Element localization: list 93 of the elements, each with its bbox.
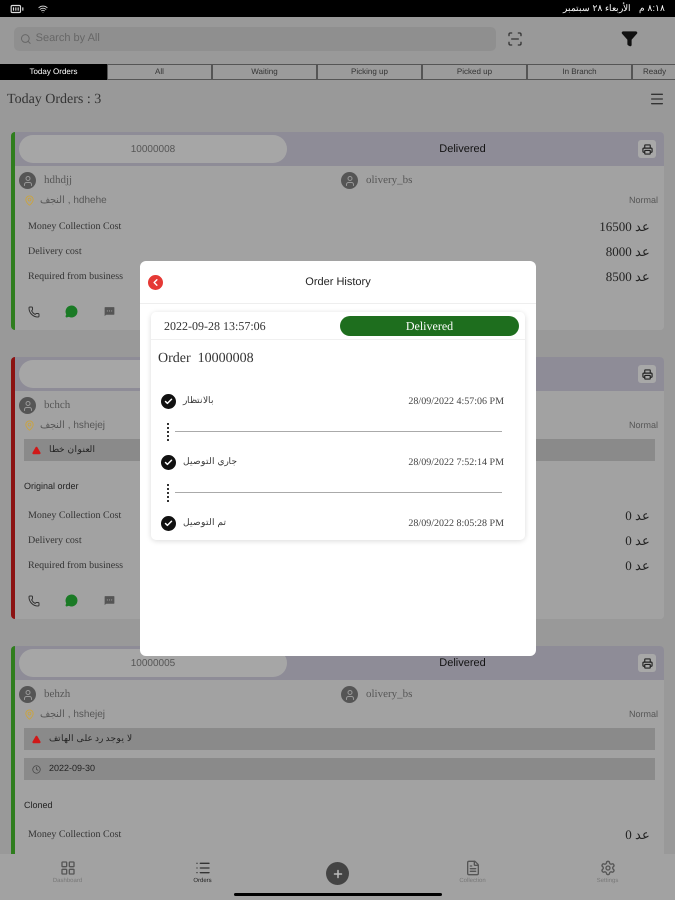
- cost-value: 0 عد: [625, 826, 650, 844]
- check-icon: [161, 516, 176, 530]
- address: النجف , hdhehe: [40, 194, 107, 208]
- date-text: 2022-09-30: [49, 762, 96, 776]
- back-button[interactable]: [148, 274, 163, 290]
- print-button[interactable]: [638, 140, 656, 158]
- history-time: 28/09/2022 4:57:06 PM: [408, 394, 504, 408]
- customer-name: hdhdjj: [44, 173, 72, 188]
- cost-label: Required from business: [28, 270, 123, 284]
- cost-label: Delivery cost: [28, 534, 82, 548]
- tab[interactable]: Ready: [632, 64, 675, 80]
- status-date: الأربعاء ٢٨ سبتمبر: [562, 2, 631, 16]
- plus-icon: [332, 868, 344, 880]
- file-icon: [464, 860, 480, 876]
- address: النجف , hshejej: [40, 419, 106, 433]
- status-pill: Delivered: [340, 316, 519, 336]
- history-time: 28/09/2022 7:52:14 PM: [408, 456, 504, 470]
- printer-icon: [642, 658, 652, 668]
- history-status: بالانتظار: [183, 394, 214, 408]
- avatar-icon: [19, 686, 36, 703]
- dialog-title: Order History: [305, 274, 371, 290]
- history-status: جاري التوصيل: [183, 455, 238, 468]
- tab[interactable]: Picking up: [317, 64, 422, 80]
- clock-icon: [32, 764, 41, 774]
- print-button[interactable]: [638, 654, 656, 672]
- tab[interactable]: In Branch: [527, 64, 632, 80]
- message-icon[interactable]: [103, 594, 116, 607]
- tab[interactable]: All: [107, 64, 212, 80]
- history-time: 28/09/2022 8:05:28 PM: [408, 516, 504, 530]
- cost-label: Money Collection Cost: [28, 509, 122, 523]
- priority: Normal: [628, 708, 658, 721]
- history-date: 2022-09-28 13:57:06: [164, 318, 266, 334]
- warning-text: العنوان خطا: [49, 443, 96, 456]
- location-pin-icon: [24, 195, 35, 206]
- order-id-pill[interactable]: 10000008: [19, 135, 287, 163]
- cost-value: 16500 عد: [599, 218, 650, 236]
- cost-label: Money Collection Cost: [28, 220, 122, 234]
- avatar-icon: [19, 172, 36, 189]
- priority: Normal: [628, 194, 658, 207]
- cost-value: 0 عد: [625, 556, 650, 575]
- driver-name: olivery_bs: [366, 173, 412, 188]
- phone-icon[interactable]: [28, 594, 40, 606]
- warning-icon: [32, 734, 41, 744]
- priority: Normal: [628, 418, 658, 432]
- driver-name: olivery_bs: [366, 687, 412, 702]
- scan-icon[interactable]: [507, 30, 523, 46]
- location-pin-icon: [24, 709, 35, 720]
- add-button[interactable]: [326, 862, 349, 885]
- order-id: 10000005: [130, 656, 176, 670]
- warning-text: لا يوجد رد على الهاتف: [49, 732, 132, 746]
- cost-label: Money Collection Cost: [28, 828, 122, 842]
- order-status: Delivered: [439, 656, 486, 671]
- cost-value: 0 عد: [625, 506, 650, 525]
- phone-icon[interactable]: [28, 306, 40, 318]
- grid-icon: [60, 860, 76, 876]
- order-label: Original order: [24, 481, 79, 491]
- list-icon: [194, 860, 210, 876]
- cost-value: 8000 عد: [606, 242, 650, 261]
- message-icon[interactable]: [103, 305, 116, 318]
- print-button[interactable]: [638, 365, 656, 383]
- warning-icon: [32, 446, 41, 454]
- check-icon: [161, 394, 176, 408]
- address: النجف , hshejej: [40, 708, 106, 722]
- dotted-connector: [167, 422, 169, 440]
- order-id: 10000008: [130, 142, 176, 156]
- printer-icon: [642, 144, 652, 154]
- filter-icon[interactable]: [621, 30, 638, 47]
- order-number: Order 10000008: [158, 351, 254, 366]
- tab[interactable]: Today Orders: [0, 64, 107, 80]
- menu-icon[interactable]: [649, 91, 665, 107]
- cost-label: Required from business: [28, 559, 123, 573]
- order-status: Delivered: [439, 142, 486, 157]
- dotted-connector: [167, 484, 169, 502]
- status-time: ٨:١٨ م: [638, 2, 665, 16]
- printer-icon: [642, 368, 652, 380]
- cost-value: 8500 عد: [606, 268, 650, 286]
- orders-heading: Today Orders : 3: [7, 90, 102, 108]
- location-pin-icon: [24, 420, 35, 431]
- gear-icon: [600, 860, 616, 876]
- cost-label: Delivery cost: [28, 245, 82, 259]
- avatar-icon: [341, 172, 358, 189]
- customer-name: behzh: [44, 687, 70, 702]
- search-icon: [20, 32, 32, 44]
- customer-name: bchch: [44, 398, 70, 414]
- check-icon: [161, 454, 176, 470]
- avatar-icon: [19, 397, 36, 414]
- cost-value: 0 عد: [625, 532, 650, 550]
- history-status: تم التوصيل: [183, 516, 227, 530]
- tab[interactable]: Waiting: [212, 64, 317, 80]
- order-label: Cloned: [24, 800, 53, 810]
- wifi-icon: [38, 4, 48, 14]
- avatar-icon: [341, 686, 358, 703]
- tab[interactable]: Picked up: [422, 64, 527, 80]
